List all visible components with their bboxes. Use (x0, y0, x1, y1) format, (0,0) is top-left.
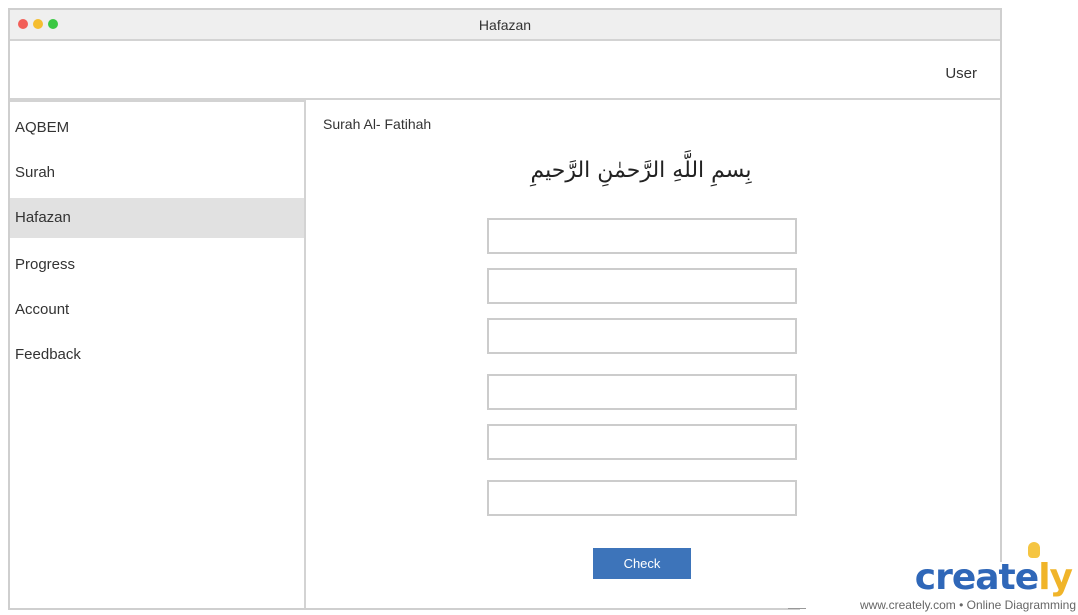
answer-input-4[interactable] (487, 374, 797, 410)
logo-main-text: creat (914, 557, 1016, 598)
logo-accent-text: ly (1038, 557, 1073, 598)
creately-watermark: creately www.creately.com • Online Diagr… (788, 542, 1076, 614)
window-title: Hafazan (478, 17, 532, 33)
answer-input-6[interactable] (487, 480, 797, 516)
check-button[interactable]: Check (593, 548, 691, 579)
title-bar: Hafazan (10, 10, 1000, 41)
sidebar-item-hafazan[interactable]: Hafazan (10, 198, 304, 238)
app-window: Hafazan User AQBEM Surah Hafazan Progres… (8, 8, 1002, 610)
divider-line (788, 608, 806, 609)
answer-input-1[interactable] (487, 218, 797, 254)
answer-input-2[interactable] (487, 268, 797, 304)
surah-title: Surah Al- Fatihah (323, 116, 432, 132)
logo-e-text: e (1014, 557, 1039, 598)
watermark-tagline: www.creately.com • Online Diagramming (859, 598, 1076, 612)
sidebar-item-aqbem[interactable]: AQBEM (10, 108, 304, 148)
lightbulb-icon (1028, 542, 1040, 558)
sidebar-item-account[interactable]: Account (10, 290, 304, 330)
sidebar-item-progress[interactable]: Progress (10, 245, 304, 285)
answer-input-3[interactable] (487, 318, 797, 354)
sidebar-item-surah[interactable]: Surah (10, 153, 304, 193)
creately-logo: creately (914, 557, 1073, 598)
main-content: Surah Al- Fatihah بِسمِ اللَّهِ الرَّحمٰ… (306, 100, 1000, 608)
sidebar: AQBEM Surah Hafazan Progress Account Fee… (10, 100, 306, 608)
user-menu[interactable]: User (945, 65, 977, 82)
answer-input-5[interactable] (487, 424, 797, 460)
sidebar-item-feedback[interactable]: Feedback (10, 335, 304, 375)
verse-text: بِسمِ اللَّهِ الرَّحمٰنِ الرَّحيمِ (530, 158, 752, 183)
top-header: User (10, 41, 1000, 100)
